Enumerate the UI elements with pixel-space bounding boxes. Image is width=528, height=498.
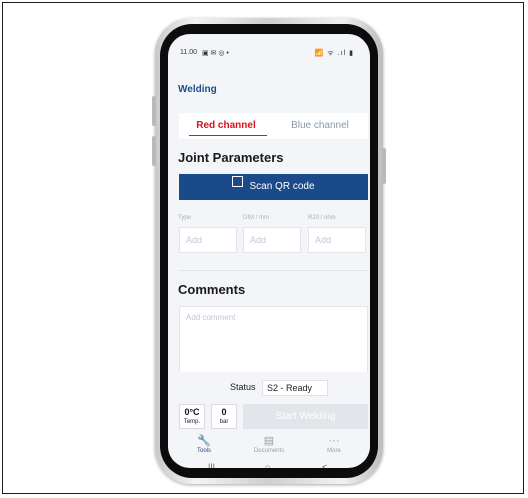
comment-input[interactable]: Add comment <box>179 306 368 376</box>
power-button <box>382 148 386 184</box>
channel-tabs: Red channel Blue channel <box>179 113 368 139</box>
signal-icons: 📶 ᯤ .ıl ▮ <box>314 50 354 57</box>
r20-label: R20 / ohm <box>308 215 336 221</box>
wrench-icon: 🔧 <box>197 435 211 447</box>
pressure-readout: 0 bar <box>211 404 237 429</box>
notification-icons: ▣ ✉ ◎ • <box>202 50 229 57</box>
type-field[interactable]: Add <box>179 227 237 253</box>
type-label: Type <box>178 215 192 221</box>
qr-scan-icon: . <box>232 176 244 187</box>
volume-button <box>152 136 156 166</box>
tab-blue-channel[interactable]: Blue channel <box>273 113 367 139</box>
nav-documents[interactable]: ▤ Documents <box>239 434 299 454</box>
scan-qr-label: Scan QR code <box>249 181 315 192</box>
temperature-readout: 0°C Temp. <box>179 404 205 429</box>
section-divider <box>178 270 368 271</box>
document-icon: ▤ <box>263 435 275 447</box>
dim-field[interactable]: Add <box>243 227 301 253</box>
tab-selected-indicator <box>189 134 267 136</box>
status-label: Status <box>230 382 256 392</box>
nav-tools[interactable]: 🔧 Tools <box>174 434 234 454</box>
system-nav-bar: ||| ○ < <box>168 462 370 468</box>
more-icon: ··· <box>328 435 340 447</box>
nav-more[interactable]: ··· More <box>304 434 364 454</box>
joint-parameters-title: Joint Parameters <box>178 150 284 165</box>
status-bar: 11.00 ▣ ✉ ◎ • 📶 ᯤ .ıl ▮ <box>168 34 370 57</box>
pressure-unit: bar <box>219 419 229 425</box>
dim-label: DIM / mm <box>243 215 269 221</box>
nav-more-label: More <box>327 448 341 454</box>
tab-red-label: Red channel <box>196 120 256 131</box>
r20-field[interactable]: Add <box>308 227 366 253</box>
tab-red-channel[interactable]: Red channel <box>179 113 273 139</box>
pressure-value: 0 <box>221 407 227 417</box>
scan-qr-button[interactable]: . Scan QR code <box>179 174 368 200</box>
volume-button <box>152 96 156 126</box>
nav-tools-label: Tools <box>196 448 211 454</box>
status-value: S2 - Ready <box>262 380 328 396</box>
phone-screen: 11.00 ▣ ✉ ◎ • 📶 ᯤ .ıl ▮ Welding Red chan… <box>168 34 370 468</box>
start-welding-button[interactable]: Start Welding <box>243 404 368 429</box>
home-icon[interactable]: ○ <box>265 462 270 468</box>
comments-title: Comments <box>178 282 246 297</box>
back-icon[interactable]: < <box>322 462 327 468</box>
phone-device: 11.00 ▣ ✉ ◎ • 📶 ᯤ .ıl ▮ Welding Red chan… <box>152 18 386 484</box>
app-title: Welding <box>178 84 217 95</box>
nav-documents-label: Documents <box>253 448 285 454</box>
temperature-value: 0°C <box>184 407 200 417</box>
tab-blue-label: Blue channel <box>291 120 349 131</box>
temperature-unit: Temp. <box>183 419 201 425</box>
status-time: 11.00 <box>180 49 197 56</box>
recent-apps-icon[interactable]: ||| <box>208 462 215 468</box>
